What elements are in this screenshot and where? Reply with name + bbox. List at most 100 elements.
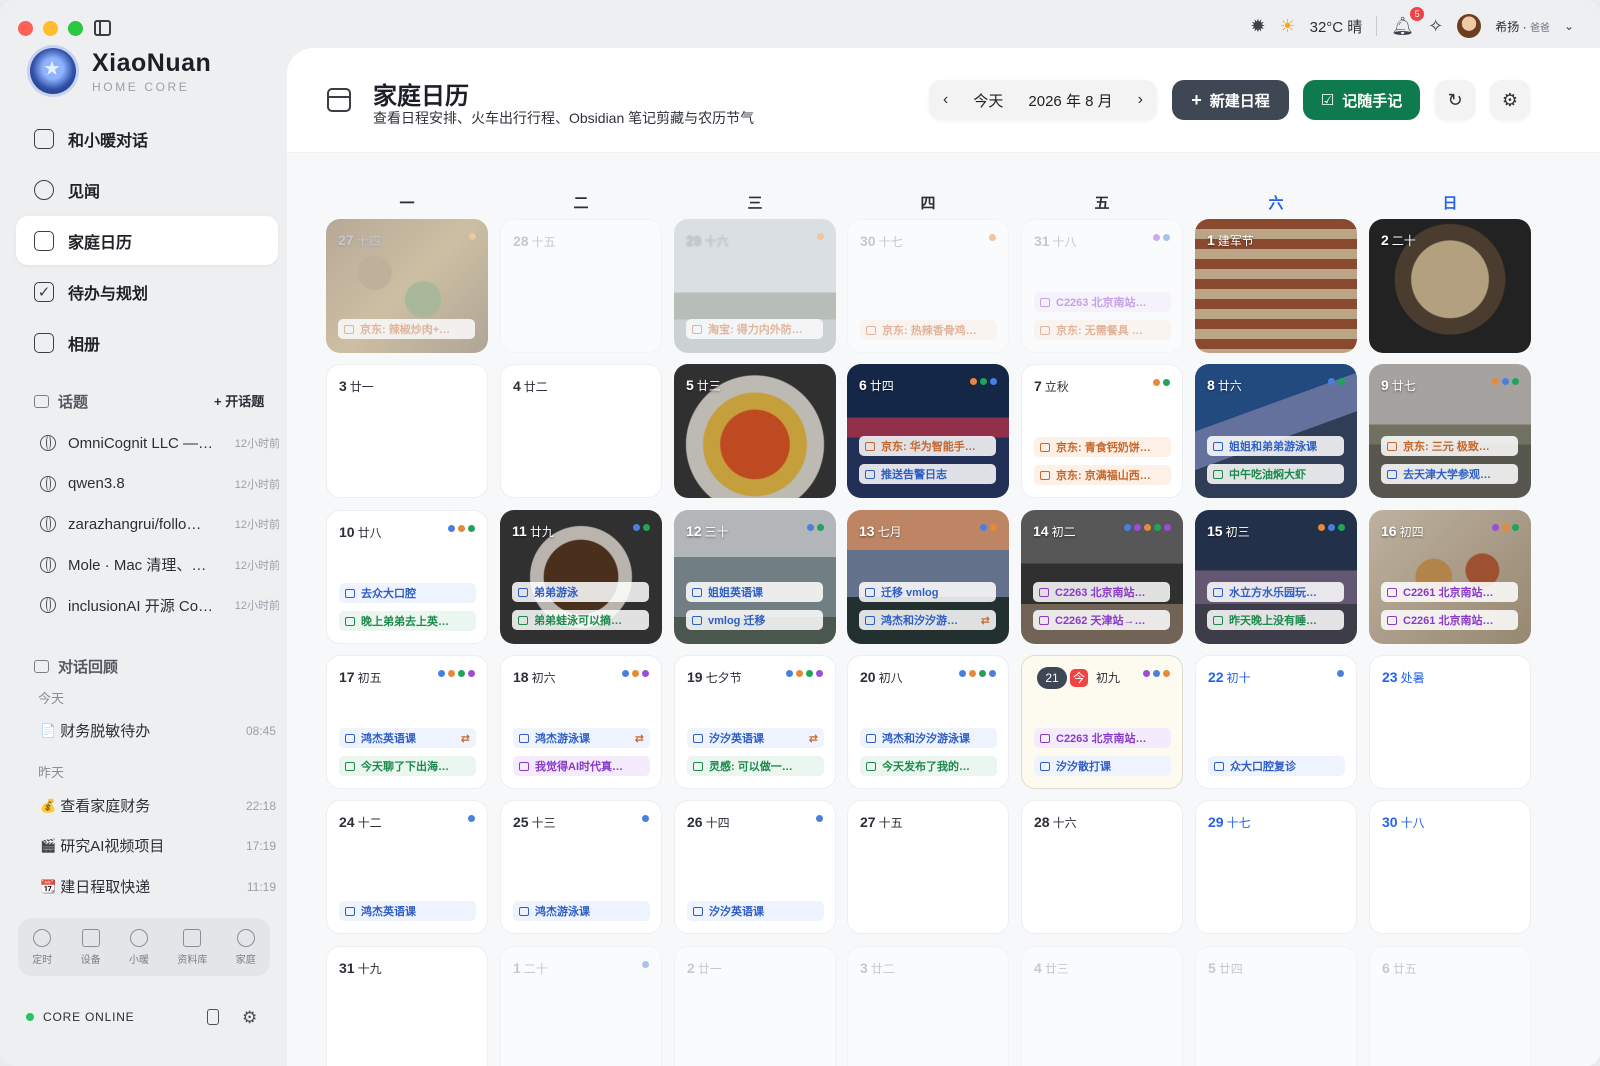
conversation-item[interactable]: 📆 建日程取快递 11:19 xyxy=(40,876,276,897)
calendar-day-cell[interactable]: 15 初三 水立方水乐园玩… 昨天晚上没有睡… xyxy=(1195,510,1357,644)
event-chip[interactable]: 鸿杰英语课 ⇄ xyxy=(339,728,476,748)
sidebar-toggle-icon[interactable] xyxy=(94,20,111,36)
prev-month-button[interactable]: ‹ xyxy=(943,91,948,109)
calendar-day-cell[interactable]: 3 廿二 xyxy=(847,946,1009,1066)
calendar-day-cell[interactable]: 22 初十 众大口腔复诊 xyxy=(1195,655,1357,789)
event-chip[interactable]: 鸿杰游泳课 ⇄ xyxy=(513,728,650,748)
sidebar-item-3[interactable]: ✓ 待办与规划 xyxy=(16,267,278,316)
event-chip[interactable]: 弟弟蛙泳可以摘… xyxy=(512,610,649,630)
calendar-day-cell[interactable]: 23 处暑 xyxy=(1369,655,1531,789)
calendar-day-cell[interactable]: 19 七夕节 汐汐英语课 ⇄ 灵感: 可以做一… xyxy=(674,655,836,789)
topic-item[interactable]: qwen3.8 12小时前 xyxy=(34,464,280,505)
calendar-day-cell[interactable]: 31 十九 xyxy=(326,946,488,1066)
event-chip[interactable]: 去天津大学参观… xyxy=(1381,464,1518,484)
user-name[interactable]: 希扬 · 爸爸 xyxy=(1495,18,1550,35)
settings-gear-icon[interactable]: ⚙ xyxy=(242,1008,257,1028)
calendar-day-cell[interactable]: 4 廿三 xyxy=(1021,946,1183,1066)
sparkle-icon[interactable]: ✧ xyxy=(1428,16,1443,37)
event-chip[interactable]: 今天发布了我的… xyxy=(860,756,997,776)
event-chip[interactable]: 鸿杰和汐汐游泳课 xyxy=(860,728,997,748)
event-chip[interactable]: vmlog 迁移 xyxy=(686,610,823,630)
event-chip[interactable]: 京东: 三元 极致… xyxy=(1381,436,1518,456)
next-month-button[interactable]: › xyxy=(1138,91,1143,109)
event-chip[interactable]: 京东: 辣椒炒肉+… xyxy=(338,319,475,339)
event-chip[interactable]: 汐汐散打课 xyxy=(1034,756,1171,776)
dock-item-3[interactable]: 资料库 xyxy=(177,928,207,966)
event-chip[interactable]: 昨天晚上没有睡… xyxy=(1207,610,1344,630)
settings-button[interactable]: ⚙ xyxy=(1490,80,1530,120)
calendar-day-cell[interactable]: 31 十八 C2263 北京南站… 京东: 无需餐具 … xyxy=(1021,219,1183,353)
calendar-day-cell[interactable]: 6 廿五 xyxy=(1369,946,1531,1066)
event-chip[interactable]: C2263 北京南站… xyxy=(1034,728,1171,748)
dock-item-0[interactable]: 定时 xyxy=(32,928,52,966)
chevron-down-icon[interactable]: ⌄ xyxy=(1564,19,1574,33)
event-chip[interactable]: 中午吃油焖大虾 xyxy=(1207,464,1344,484)
dock-item-2[interactable]: 小暖 xyxy=(129,928,149,966)
calendar-day-cell[interactable]: 7 立秋 京东: 青食钙奶饼… 京东: 京满福山西… xyxy=(1021,364,1183,498)
calendar-day-cell[interactable]: 17 初五 鸿杰英语课 ⇄ 今天聊了下出海… xyxy=(326,655,488,789)
tablet-icon[interactable] xyxy=(207,1009,219,1025)
calendar-day-cell[interactable]: 9 廿七 京东: 三元 极致… 去天津大学参观… xyxy=(1369,364,1531,498)
zoom-window-button[interactable] xyxy=(68,21,83,36)
topic-item[interactable]: Mole · Mac 清理、… 12小时前 xyxy=(34,545,280,586)
conversation-item[interactable]: 📄 财务脱敏待办 08:45 xyxy=(40,720,276,741)
event-chip[interactable]: 京东: 无需餐具 … xyxy=(1034,320,1171,340)
calendar-day-cell[interactable]: 5 廿四 xyxy=(1195,946,1357,1066)
calendar-day-cell[interactable]: 29 十七 xyxy=(1195,800,1357,934)
calendar-day-cell[interactable]: 20 初八 鸿杰和汐汐游泳课 今天发布了我的… xyxy=(847,655,1009,789)
minimize-window-button[interactable] xyxy=(43,21,58,36)
event-chip[interactable]: 汐汐英语课 xyxy=(687,901,824,921)
event-chip[interactable]: 京东: 青食钙奶饼… xyxy=(1034,437,1171,457)
event-chip[interactable]: 鸿杰游泳课 xyxy=(513,901,650,921)
event-chip[interactable]: 鸿杰英语课 xyxy=(339,901,476,921)
dock-item-1[interactable]: 设备 xyxy=(81,928,101,966)
event-chip[interactable]: 迁移 vmlog xyxy=(859,582,996,602)
event-chip[interactable]: 淘宝: 得力内外防… xyxy=(686,319,823,339)
calendar-day-cell[interactable]: 21 今初九 C2263 北京南站… 汐汐散打课 xyxy=(1021,655,1183,789)
today-button[interactable]: 今天 xyxy=(973,90,1003,111)
calendar-day-cell[interactable]: 2 二十 xyxy=(1369,219,1531,353)
avatar[interactable] xyxy=(1457,14,1482,38)
calendar-day-cell[interactable]: 1 建军节 xyxy=(1195,219,1357,353)
calendar-day-cell[interactable]: 26 十四 汐汐英语课 xyxy=(674,800,836,934)
conversation-item[interactable]: 🎬 研究AI视频项目 17:19 xyxy=(40,835,276,856)
calendar-day-cell[interactable]: 1 二十 xyxy=(500,946,662,1066)
event-chip[interactable]: 京东: 京满福山西… xyxy=(1034,465,1171,485)
calendar-day-cell[interactable]: 12 三十 姐姐英语课 vmlog 迁移 xyxy=(674,510,836,644)
sidebar-item-2[interactable]: 家庭日历 xyxy=(16,216,278,265)
calendar-day-cell[interactable]: 28 十六 xyxy=(1021,800,1183,934)
event-chip[interactable]: 水立方水乐园玩… xyxy=(1207,582,1344,602)
calendar-day-cell[interactable]: 2 廿一 xyxy=(674,946,836,1066)
bug-icon[interactable]: ✹ xyxy=(1250,16,1265,37)
event-chip[interactable]: 今天聊了下出海… xyxy=(339,756,476,776)
calendar-day-cell[interactable]: 8 廿六 姐姐和弟弟游泳课 中午吃油焖大虾 xyxy=(1195,364,1357,498)
calendar-day-cell[interactable]: 27 十五 xyxy=(847,800,1009,934)
bell-icon[interactable]: 🔔︎ 5 xyxy=(1391,6,1425,37)
event-chip[interactable]: 众大口腔复诊 xyxy=(1208,756,1345,776)
event-chip[interactable]: 晚上弟弟去上英… xyxy=(339,611,476,631)
event-chip[interactable]: 京东: 华为智能手… xyxy=(859,436,996,456)
event-chip[interactable]: C2261 北京南站… xyxy=(1381,610,1518,630)
event-chip[interactable]: 弟弟游泳 xyxy=(512,582,649,602)
calendar-day-cell[interactable]: 27 十四 京东: 辣椒炒肉+… xyxy=(326,219,488,353)
new-event-button[interactable]: + 新建日程 xyxy=(1172,80,1289,120)
calendar-day-cell[interactable]: 5 廿三 xyxy=(674,364,836,498)
calendar-day-cell[interactable]: 30 十七 京东: 热辣香骨鸡… xyxy=(847,219,1009,353)
calendar-day-cell[interactable]: 4 廿二 xyxy=(500,364,662,498)
topic-item[interactable]: zarazhangrui/follo… 12小时前 xyxy=(34,504,280,545)
calendar-day-cell[interactable]: 24 十二 鸿杰英语课 xyxy=(326,800,488,934)
refresh-button[interactable]: ↻ xyxy=(1435,80,1475,120)
sidebar-item-1[interactable]: 见闻 xyxy=(16,165,278,214)
event-chip[interactable]: C2263 北京南站… xyxy=(1033,582,1170,602)
calendar-day-cell[interactable]: 25 十三 鸿杰游泳课 xyxy=(500,800,662,934)
event-chip[interactable]: 姐姐和弟弟游泳课 xyxy=(1207,436,1344,456)
event-chip[interactable]: 推送告警日志 xyxy=(859,464,996,484)
add-topic-button[interactable]: + 开话题 xyxy=(214,391,264,410)
calendar-day-cell[interactable]: 14 初二 C2263 北京南站… C2262 天津站→… xyxy=(1021,510,1183,644)
event-chip[interactable]: 汐汐英语课 ⇄ xyxy=(687,728,824,748)
calendar-day-cell[interactable]: 28 十五 xyxy=(500,219,662,353)
event-chip[interactable]: C2263 北京南站… xyxy=(1034,292,1171,312)
event-chip[interactable]: 京东: 热辣香骨鸡… xyxy=(860,320,997,340)
sidebar-item-0[interactable]: 和小暖对话 xyxy=(16,114,278,163)
calendar-day-cell[interactable]: 18 初六 鸿杰游泳课 ⇄ 我觉得AI时代真… xyxy=(500,655,662,789)
